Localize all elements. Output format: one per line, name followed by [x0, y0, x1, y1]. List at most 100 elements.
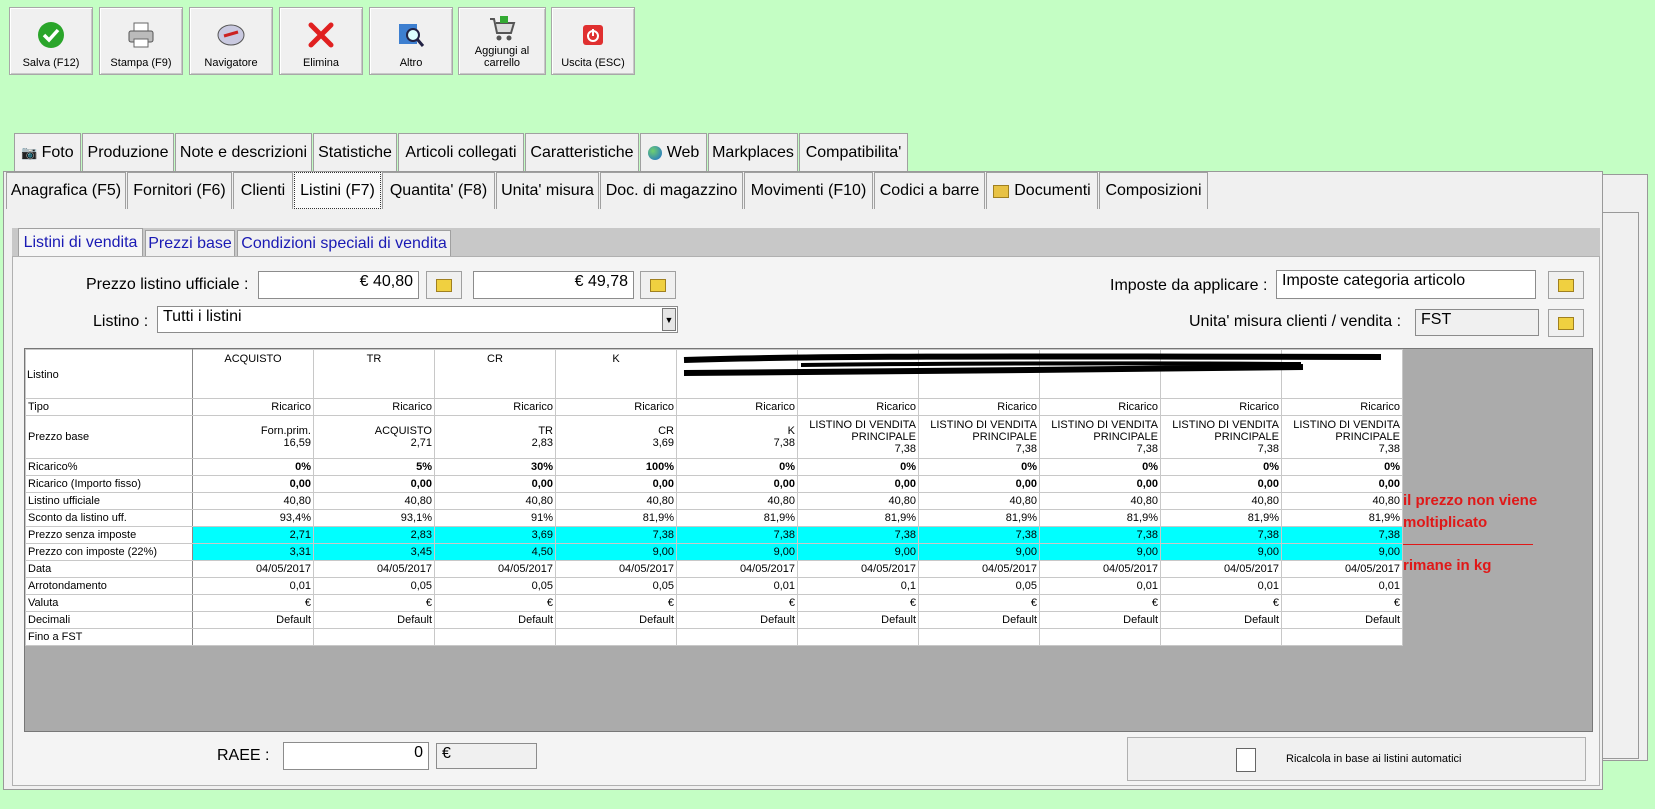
- tab-statistiche[interactable]: Statistiche: [313, 133, 397, 171]
- tab-documenti[interactable]: Documenti: [986, 172, 1098, 209]
- grid-cell[interactable]: Default: [555, 611, 677, 629]
- grid-cell[interactable]: 04/05/2017: [555, 560, 677, 578]
- prezzo-folder-button[interactable]: [426, 271, 462, 299]
- grid-cell[interactable]: [1281, 628, 1403, 646]
- tab-listini[interactable]: Listini (F7): [294, 172, 381, 209]
- grid-cell[interactable]: €: [434, 594, 556, 612]
- grid-cell[interactable]: 0,00: [192, 475, 314, 493]
- grid-cell[interactable]: [313, 628, 435, 646]
- unita-misura-field[interactable]: FST: [1415, 309, 1539, 336]
- grid-cell[interactable]: €: [313, 594, 435, 612]
- grid-cell[interactable]: 4,50: [434, 543, 556, 561]
- grid-cell[interactable]: 7,38: [1039, 526, 1161, 544]
- grid-cell[interactable]: 3,45: [313, 543, 435, 561]
- grid-cell[interactable]: 0,00: [313, 475, 435, 493]
- grid-cell[interactable]: 04/05/2017: [797, 560, 919, 578]
- grid-cell[interactable]: Default: [313, 611, 435, 629]
- grid-cell[interactable]: [676, 628, 798, 646]
- grid-cell[interactable]: 04/05/2017: [1039, 560, 1161, 578]
- grid-cell[interactable]: [434, 628, 556, 646]
- grid-cell[interactable]: 7,38: [555, 526, 677, 544]
- grid-cell[interactable]: €: [918, 594, 1040, 612]
- tab-clienti[interactable]: Clienti: [233, 172, 293, 209]
- grid-cell[interactable]: 9,00: [797, 543, 919, 561]
- grid-cell[interactable]: 04/05/2017: [1160, 560, 1282, 578]
- grid-cell[interactable]: 0,00: [1039, 475, 1161, 493]
- tab-caratteristiche[interactable]: Caratteristiche: [525, 133, 639, 171]
- grid-cell[interactable]: €: [1160, 594, 1282, 612]
- grid-cell[interactable]: 7,38: [797, 526, 919, 544]
- grid-cell[interactable]: Default: [434, 611, 556, 629]
- grid-cell[interactable]: 9,00: [1281, 543, 1403, 561]
- grid-cell[interactable]: 81,9%: [1281, 509, 1403, 527]
- grid-cell[interactable]: 7,38: [676, 526, 798, 544]
- grid-cell[interactable]: 04/05/2017: [313, 560, 435, 578]
- grid-cell[interactable]: 2,83: [313, 526, 435, 544]
- grid-cell[interactable]: Ricarico: [555, 398, 677, 416]
- grid-cell[interactable]: 81,9%: [918, 509, 1040, 527]
- grid-cell[interactable]: €: [1039, 594, 1161, 612]
- grid-cell[interactable]: [192, 628, 314, 646]
- grid-cell[interactable]: 0,01: [676, 577, 798, 595]
- grid-cell[interactable]: [1039, 628, 1161, 646]
- grid-cell[interactable]: 40,80: [1281, 492, 1403, 510]
- grid-cell[interactable]: Default: [797, 611, 919, 629]
- grid-cell[interactable]: 3,69: [434, 526, 556, 544]
- grid-cell[interactable]: [918, 628, 1040, 646]
- grid-cell[interactable]: Ricarico: [1160, 398, 1282, 416]
- grid-cell[interactable]: 0,05: [313, 577, 435, 595]
- subtab-listini-vendita[interactable]: Listini di vendita: [18, 228, 143, 256]
- grid-cell[interactable]: 100%: [555, 458, 677, 476]
- tab-doc-magazzino[interactable]: Doc. di magazzino: [600, 172, 743, 209]
- grid-cell[interactable]: 81,9%: [1039, 509, 1161, 527]
- navigator-button[interactable]: Navigatore: [189, 7, 273, 75]
- chevron-down-icon[interactable]: ▼: [662, 308, 676, 331]
- prezzo-ivato-folder-button[interactable]: [640, 271, 676, 299]
- grid-cell[interactable]: 0%: [192, 458, 314, 476]
- grid-cell[interactable]: Ricarico: [797, 398, 919, 416]
- grid-cell[interactable]: Default: [1160, 611, 1282, 629]
- print-button[interactable]: Stampa (F9): [99, 7, 183, 75]
- tab-produzione[interactable]: Produzione: [82, 133, 174, 171]
- grid-cell[interactable]: Ricarico: [434, 398, 556, 416]
- grid-cell[interactable]: 9,00: [555, 543, 677, 561]
- grid-cell[interactable]: 0,00: [434, 475, 556, 493]
- grid-cell[interactable]: 9,00: [676, 543, 798, 561]
- grid-cell[interactable]: €: [555, 594, 677, 612]
- tab-fornitori[interactable]: Fornitori (F6): [127, 172, 232, 209]
- grid-cell[interactable]: 0%: [1160, 458, 1282, 476]
- grid-cell[interactable]: Default: [918, 611, 1040, 629]
- grid-cell[interactable]: 40,80: [676, 492, 798, 510]
- grid-cell[interactable]: 0,01: [1281, 577, 1403, 595]
- delete-button[interactable]: Elimina: [279, 7, 363, 75]
- grid-cell[interactable]: 40,80: [1039, 492, 1161, 510]
- grid-cell[interactable]: 0%: [918, 458, 1040, 476]
- grid-cell[interactable]: 40,80: [313, 492, 435, 510]
- exit-button[interactable]: Uscita (ESC): [551, 7, 635, 75]
- unita-folder-button[interactable]: [1548, 309, 1584, 337]
- add-to-cart-button[interactable]: Aggiungi al carrello: [458, 7, 546, 75]
- grid-cell[interactable]: 0,01: [1160, 577, 1282, 595]
- grid-cell[interactable]: [555, 628, 677, 646]
- save-button[interactable]: Salva (F12): [9, 7, 93, 75]
- grid-cell[interactable]: 7,38: [1281, 526, 1403, 544]
- grid-cell[interactable]: 0,00: [555, 475, 677, 493]
- grid-cell[interactable]: 0,05: [555, 577, 677, 595]
- grid-cell[interactable]: 5%: [313, 458, 435, 476]
- grid-cell[interactable]: LISTINO DI VENDITA PRINCIPALE 7,38: [797, 415, 919, 459]
- grid-cell[interactable]: 40,80: [555, 492, 677, 510]
- grid-cell[interactable]: 0,00: [918, 475, 1040, 493]
- imposte-folder-button[interactable]: [1548, 271, 1584, 299]
- ricalcola-button[interactable]: Ricalcola in base ai listini automatici: [1127, 737, 1586, 781]
- grid-cell[interactable]: 40,80: [434, 492, 556, 510]
- grid-cell[interactable]: TR 2,83: [434, 415, 556, 459]
- grid-cell[interactable]: 0,1: [797, 577, 919, 595]
- grid-cell[interactable]: Forn.prim. 16,59: [192, 415, 314, 459]
- grid-cell[interactable]: 81,9%: [555, 509, 677, 527]
- tab-quantita[interactable]: Quantita' (F8): [382, 172, 495, 209]
- grid-cell[interactable]: Default: [676, 611, 798, 629]
- grid-cell[interactable]: €: [797, 594, 919, 612]
- tab-unita-misura[interactable]: Unita' misura: [496, 172, 599, 209]
- grid-cell[interactable]: Ricarico: [676, 398, 798, 416]
- grid-cell[interactable]: €: [1281, 594, 1403, 612]
